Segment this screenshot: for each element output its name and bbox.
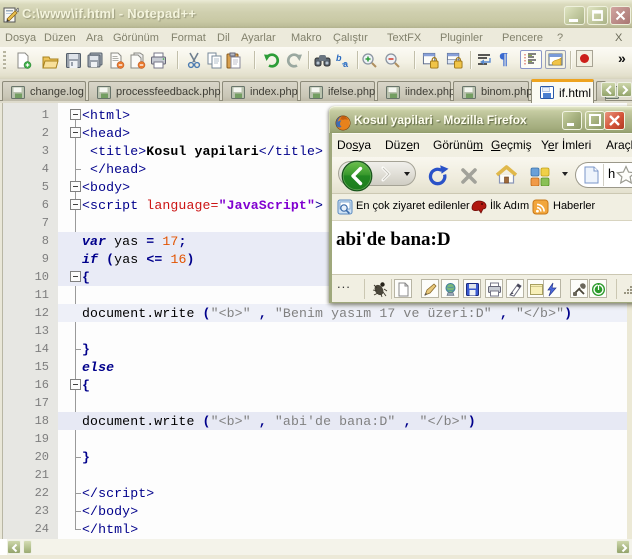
svg-text:b: b (336, 53, 342, 63)
